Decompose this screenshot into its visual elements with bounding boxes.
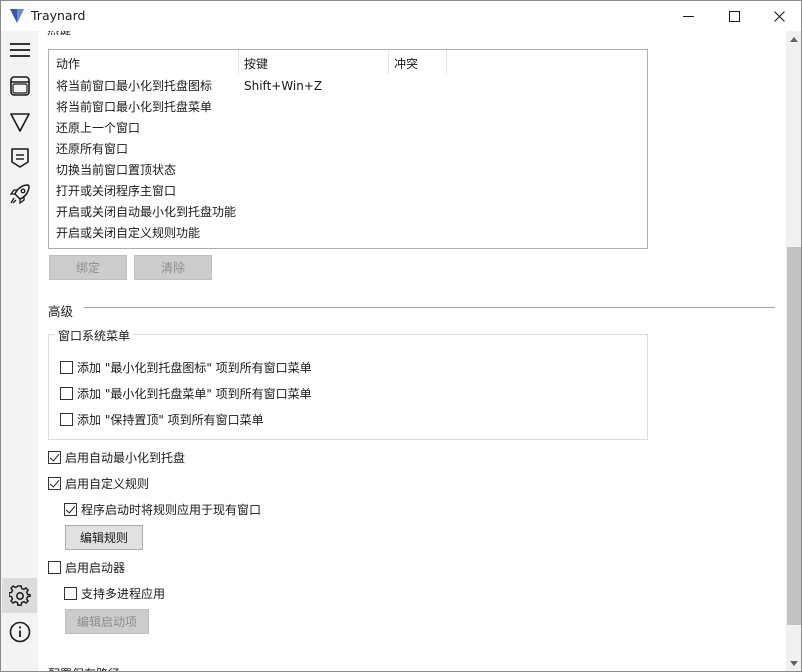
add-minimize-to-tray-icon-checkbox[interactable]: 添加 "最小化到托盘图标" 项到所有窗口菜单 (60, 359, 312, 376)
checkbox-label: 启用启动器 (65, 561, 126, 575)
scrollbar-thumb[interactable] (787, 247, 801, 625)
list-item[interactable]: 开启或关闭自动最小化到托盘功能 (56, 204, 236, 220)
edit-rules-button[interactable]: 编辑规则 (65, 525, 143, 550)
hotkey-list[interactable]: 动作 按键 冲突 将当前窗口最小化到托盘图标 Shift+Win+Z 将当前窗口… (48, 49, 648, 249)
rules-icon (10, 147, 29, 168)
sidebar-item-launcher[interactable] (2, 176, 37, 211)
menu-icon (9, 42, 30, 57)
scroll-up-button[interactable] (786, 31, 801, 48)
next-section-title: 配置保存路径 (48, 665, 120, 671)
sidebar-item-about[interactable] (2, 614, 37, 649)
multi-process-support-checkbox[interactable]: 支持多进程应用 (64, 585, 165, 602)
checkbox-label: 启用自动最小化到托盘 (65, 451, 186, 465)
checkbox-label: 程序启动时将规则应用于现有窗口 (81, 503, 262, 517)
info-icon (9, 621, 30, 642)
scroll-down-button[interactable] (786, 655, 801, 671)
minimize-button[interactable] (665, 1, 711, 31)
sidebar-item-windows[interactable] (2, 68, 37, 103)
checkbox-box[interactable] (60, 387, 73, 400)
title-bar: Traynard (1, 1, 801, 31)
checkbox-box[interactable] (48, 451, 61, 464)
add-minimize-to-tray-menu-checkbox[interactable]: 添加 "最小化到托盘菜单" 项到所有窗口菜单 (60, 385, 312, 402)
window-title: Traynard (31, 8, 86, 23)
section-divider (84, 307, 775, 308)
checkbox-box[interactable] (48, 477, 61, 490)
list-item[interactable]: 还原所有窗口 (56, 141, 128, 157)
column-separator (388, 50, 389, 74)
enable-custom-rules-checkbox[interactable]: 启用自定义规则 (48, 475, 149, 492)
checkbox-box[interactable] (64, 503, 77, 516)
sidebar-item-rules[interactable] (2, 140, 37, 175)
hotkeys-section-title: 热键 (47, 31, 71, 37)
column-header-conflict[interactable]: 冲突 (394, 55, 418, 72)
chevron-up-icon (790, 37, 798, 42)
chevron-down-icon (790, 661, 798, 666)
sidebar-item-settings[interactable] (2, 578, 37, 613)
list-item[interactable]: 将当前窗口最小化到托盘菜单 (56, 99, 212, 115)
list-item[interactable]: 还原上一个窗口 (56, 120, 140, 136)
list-item[interactable]: 打开或关闭程序主窗口 (56, 183, 176, 199)
close-button[interactable] (756, 1, 801, 31)
apply-rules-on-start-checkbox[interactable]: 程序启动时将规则应用于现有窗口 (64, 501, 261, 518)
list-item[interactable]: 开启或关闭自定义规则功能 (56, 225, 200, 241)
list-item-key: Shift+Win+Z (244, 79, 323, 93)
minimize-icon (682, 15, 694, 17)
checkbox-box[interactable] (64, 587, 77, 600)
close-icon (773, 10, 785, 22)
sidebar (1, 31, 38, 671)
checkbox-box[interactable] (60, 361, 73, 374)
checkbox-label: 启用自定义规则 (65, 477, 150, 491)
edit-launch-items-button[interactable]: 编辑启动项 (65, 609, 149, 634)
checkbox-label: 添加 "最小化到托盘菜单" 项到所有窗口菜单 (77, 387, 312, 401)
checkbox-box[interactable] (48, 561, 61, 574)
enable-launcher-checkbox[interactable]: 启用启动器 (48, 559, 125, 576)
list-item[interactable]: 切换当前窗口置顶状态 (56, 162, 176, 178)
maximize-button[interactable] (711, 1, 757, 31)
filter-icon (9, 112, 30, 132)
vertical-scrollbar[interactable] (786, 31, 801, 671)
clear-button[interactable]: 清除 (134, 255, 212, 280)
sidebar-item-menu[interactable] (2, 32, 37, 67)
advanced-section-title: 高级 (48, 304, 74, 319)
checkbox-label: 添加 "最小化到托盘图标" 项到所有窗口菜单 (77, 361, 312, 375)
column-header-key[interactable]: 按键 (244, 55, 268, 72)
bind-button[interactable]: 绑定 (49, 255, 127, 280)
enable-auto-minimize-checkbox[interactable]: 启用自动最小化到托盘 (48, 449, 185, 466)
checkbox-label: 支持多进程应用 (81, 587, 166, 601)
gear-icon (8, 584, 31, 606)
window-icon (9, 75, 30, 96)
settings-panel: 热键 动作 按键 冲突 将当前窗口最小化到托盘图标 Shift+Win+Z 将当… (38, 31, 786, 671)
add-keep-on-top-checkbox[interactable]: 添加 "保持置顶" 项到所有窗口菜单 (60, 411, 264, 428)
sidebar-item-filter[interactable] (2, 104, 37, 139)
app-window: Traynard 动作 按键 冲突 将当前窗口最小化到托盘图标 Shift+Wi… (0, 0, 802, 672)
column-separator (238, 50, 239, 74)
rocket-icon (9, 183, 30, 204)
app-logo-icon (10, 9, 24, 23)
list-item[interactable]: 将当前窗口最小化到托盘图标 (56, 78, 212, 94)
maximize-icon (728, 10, 740, 22)
checkbox-label: 添加 "保持置顶" 项到所有窗口菜单 (77, 413, 264, 427)
column-header-action[interactable]: 动作 (56, 55, 80, 72)
checkbox-box[interactable] (60, 413, 73, 426)
column-separator (446, 50, 447, 74)
system-menu-group-label: 窗口系统菜单 (55, 327, 134, 344)
